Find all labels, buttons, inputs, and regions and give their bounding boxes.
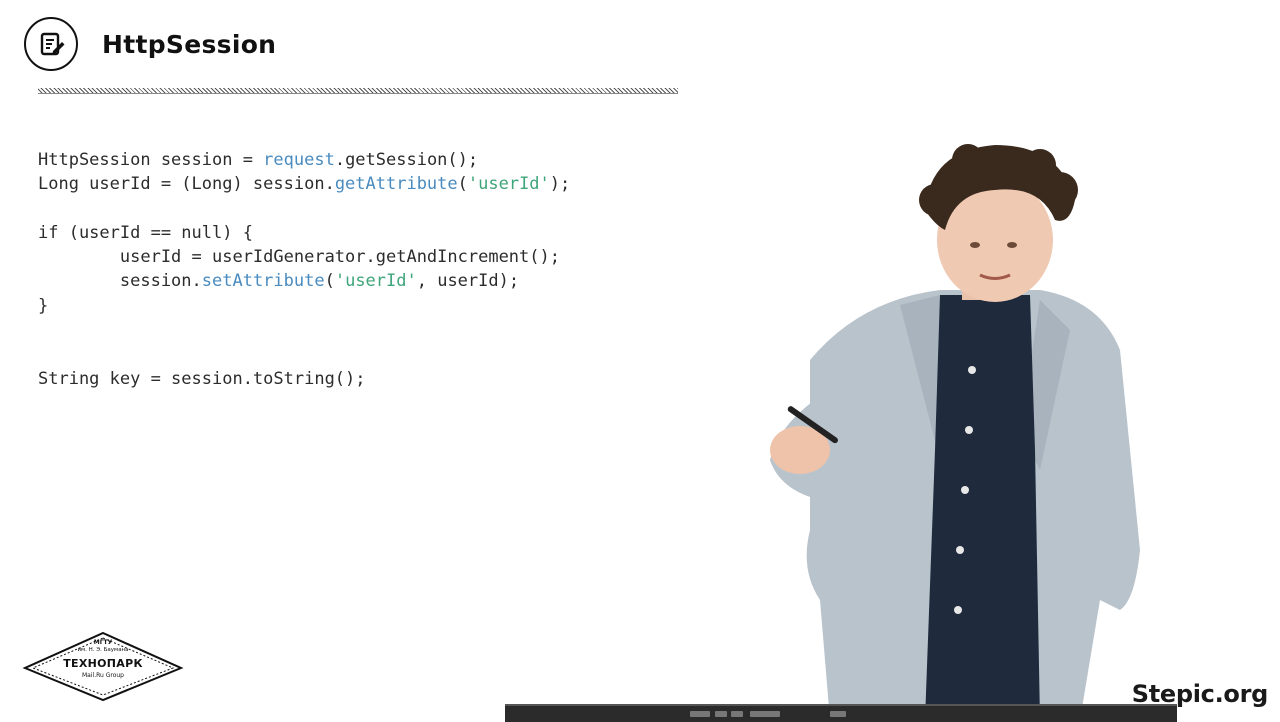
code-line: userId = userIdGenerator.getAndIncrement… [38,245,570,269]
code-text: ); [549,174,571,195]
slide-title: HttpSession [102,29,277,59]
code-text: , userId); [416,271,520,292]
code-text: Long userId = (Long) session. [38,174,335,195]
code-line: Long userId = (Long) session.getAttribut… [38,172,570,196]
code-line: session.setAttribute('userId', userId); [38,269,570,293]
code-text: HttpSession session = [38,150,264,170]
logo-university: МГТУ [93,639,113,646]
code-line: String key = session.toString(); [38,367,570,391]
code-text: session. [38,271,202,292]
code-text: ( [457,174,468,195]
presenter-video [770,144,1140,720]
code-line: HttpSession session = request.getSession… [38,148,570,172]
technopark-logo: МГТУ им. Н. Э. Баумана ТЕХНОПАРК Mail.Ru… [22,630,184,702]
code-method: request [263,150,335,170]
code-text: String key = session.toString(); [38,368,366,389]
logo-university-name: им. Н. Э. Баумана [77,647,129,653]
code-text: if (userId == null) { [38,222,253,243]
watermark: Stepic.org [1131,680,1269,708]
code-text: ( [324,271,335,292]
code-line: } [38,294,570,318]
code-text: userId = userIdGenerator.getAndIncrement… [38,247,560,268]
code-text: } [38,295,49,316]
document-edit-icon [24,17,78,71]
bottom-device-bar [505,704,1177,722]
code-text: .getSession(); [334,150,479,170]
code-block: HttpSession session = request.getSession… [38,148,570,391]
logo-brand: ТЕХНОПАРК [63,657,143,670]
logo-company: Mail.Ru Group [82,672,124,679]
slide-header: HttpSession [24,14,276,74]
title-divider [38,88,678,94]
code-line: if (userId == null) { [38,221,570,245]
code-string: 'userId' [467,174,550,195]
code-method: getAttribute [334,174,458,195]
code-method: setAttribute [201,271,325,292]
code-string: 'userId' [334,271,417,292]
